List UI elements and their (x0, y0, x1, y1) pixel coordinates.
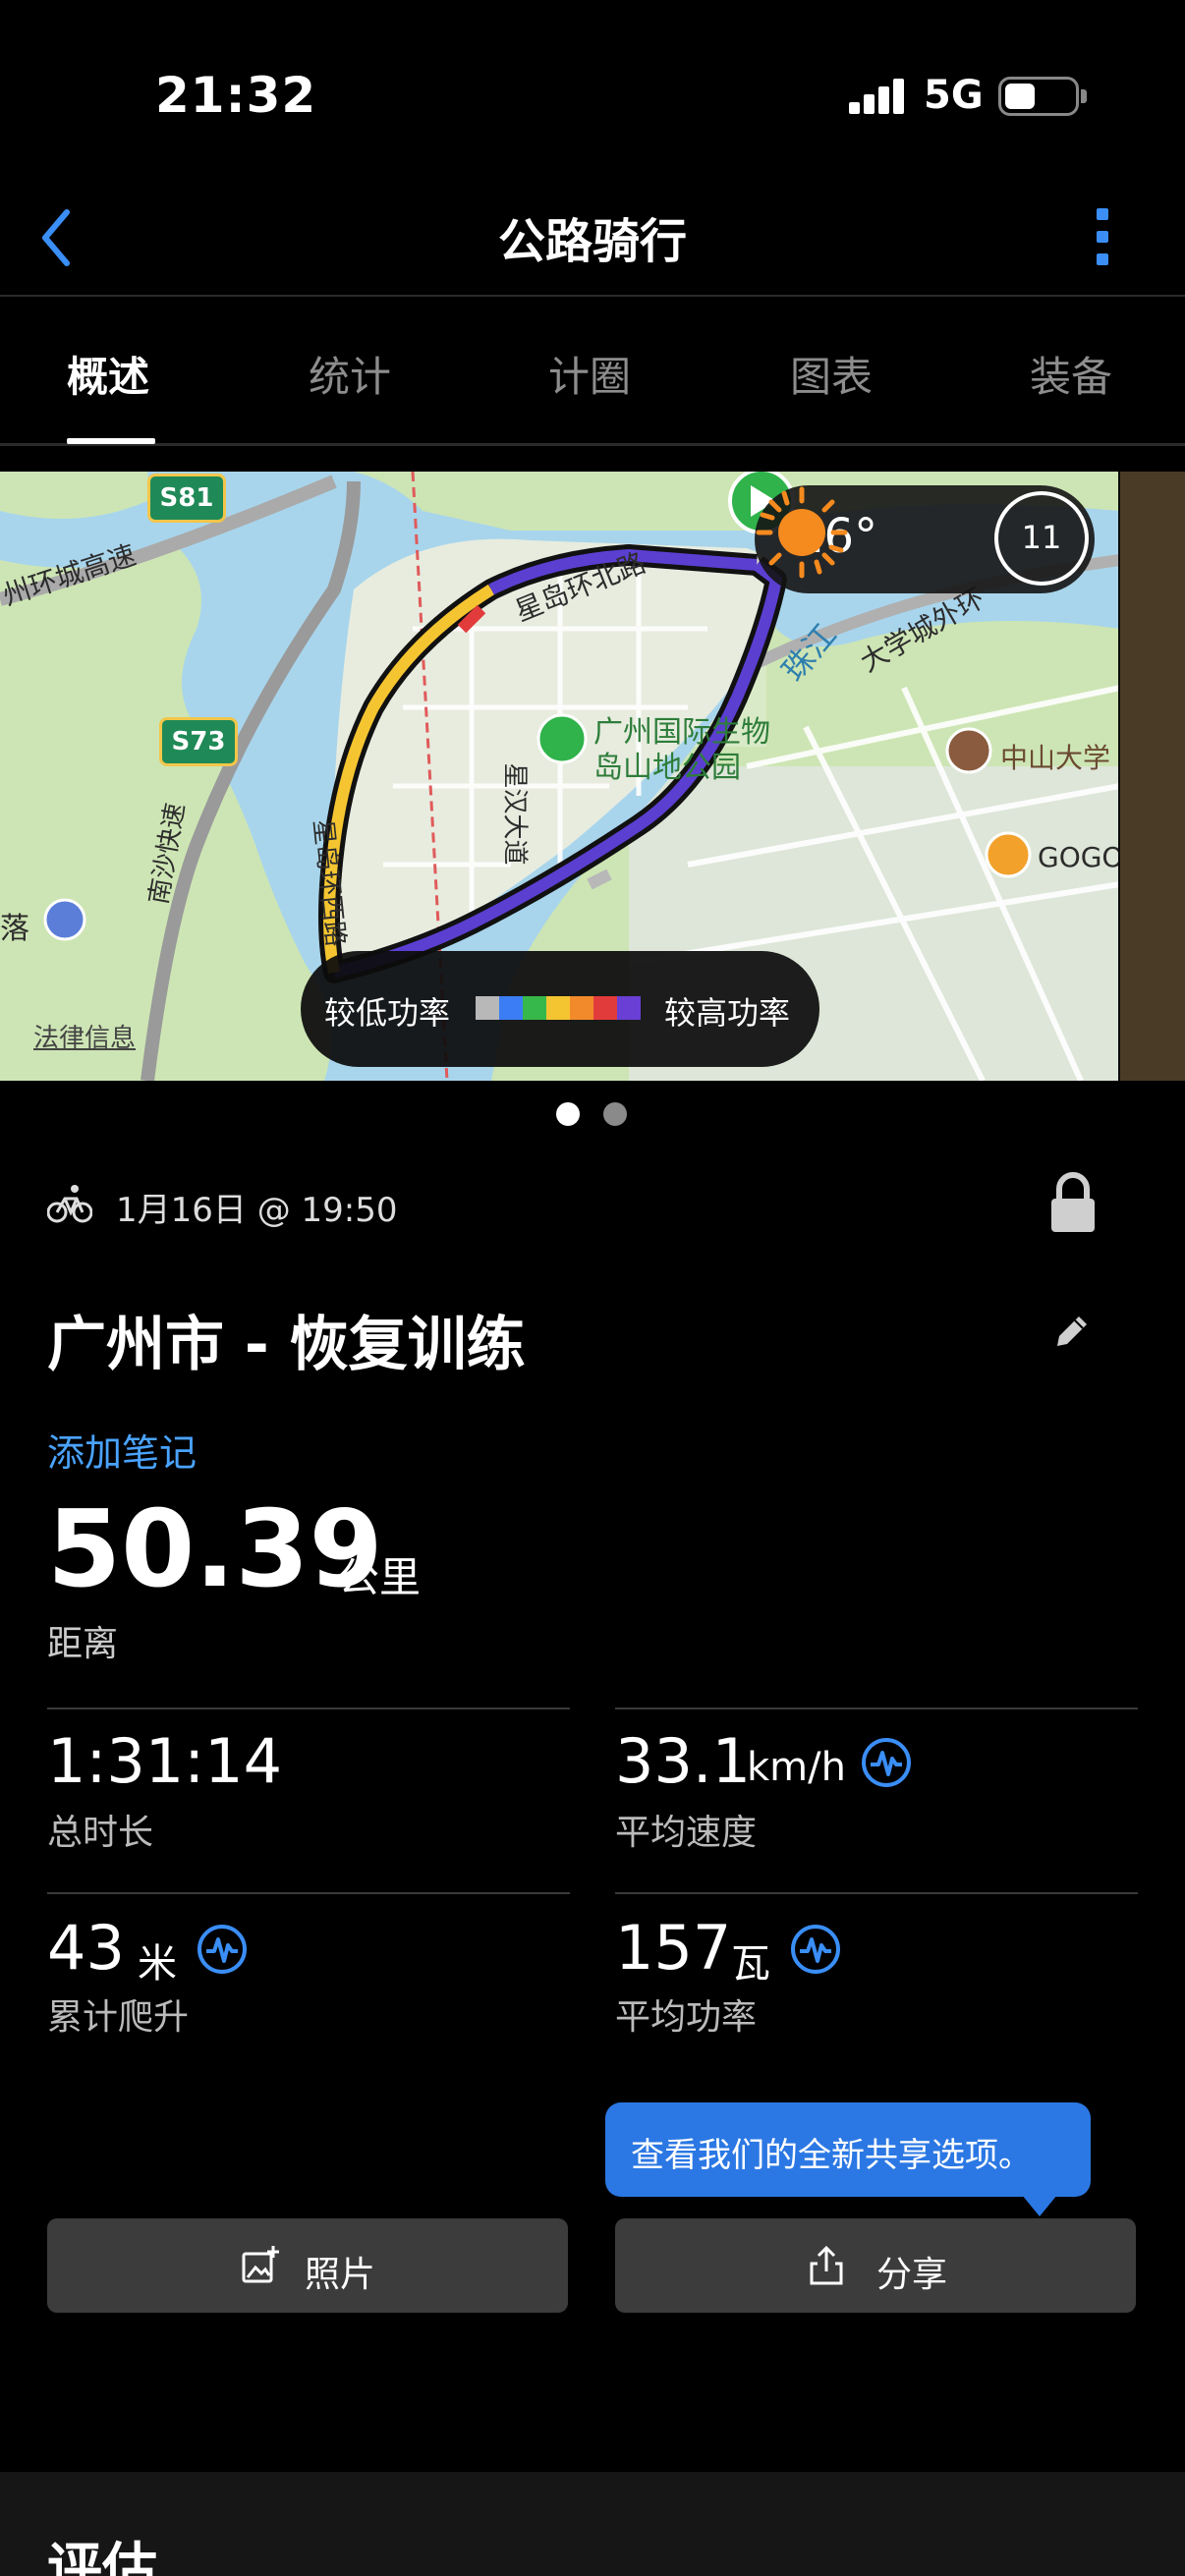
stat-divider (615, 1708, 1138, 1709)
tab-bar: 概述 统计 计圈 图表 装备 (0, 299, 1185, 446)
route-map[interactable]: S81 S73 州环城高速 星岛环北路 珠江 广州国际生物 岛山地公园 大学城外… (0, 472, 1185, 1081)
cellular-signal-icon (849, 79, 906, 114)
tab-laps[interactable]: 计圈 (548, 344, 631, 404)
page-dot-active[interactable] (556, 1102, 580, 1126)
elevation-gain-value: 43 (47, 1912, 125, 1984)
legal-info-link[interactable]: 法律信息 (33, 1018, 136, 1054)
wind-speed: 11 (1021, 519, 1062, 556)
more-options-icon[interactable] (1091, 202, 1116, 271)
tooltip-arrow (1022, 2195, 1057, 2216)
legend-low-label: 较低功率 (324, 994, 451, 1032)
avg-speed-unit: km/h (747, 1745, 846, 1790)
legend-color-swatch (523, 996, 546, 1020)
share-button-label: 分享 (876, 2255, 948, 2295)
map-label-sysu: 中山大学 (1000, 742, 1111, 774)
total-time-label: 总时长 (47, 1813, 154, 1853)
status-bar: 21:32 5G (0, 0, 1185, 187)
tab-overview[interactable]: 概述 (67, 344, 149, 404)
pencil-edit-icon[interactable] (1049, 1309, 1095, 1354)
map-label-left-place: 落 (0, 912, 29, 946)
share-button[interactable]: 分享 (615, 2218, 1136, 2313)
legend-color-bar (476, 996, 641, 1020)
legend-color-swatch (499, 996, 523, 1020)
legend-color-swatch (593, 996, 617, 1020)
weather-badge: 16° 11 (755, 485, 1095, 593)
distance-unit: 公里 (338, 1553, 422, 1601)
elevation-gain-unit: 米 (138, 1941, 177, 1987)
avg-speed-label: 平均速度 (615, 1813, 758, 1853)
evaluation-section: 评估 (0, 2472, 1185, 2576)
sun-icon (756, 486, 848, 579)
stat-divider (615, 1892, 1138, 1894)
share-tooltip[interactable]: 查看我们的全新共享选项。 (605, 2102, 1091, 2197)
stat-divider (47, 1892, 570, 1894)
tab-gear[interactable]: 装备 (1030, 344, 1112, 404)
wind-gauge-icon: 11 (994, 491, 1089, 586)
activity-title: 广州市 - 恢复训练 (47, 1311, 526, 1379)
legend-color-swatch (546, 996, 570, 1020)
tab-charts[interactable]: 图表 (790, 344, 873, 404)
page-dot[interactable] (603, 1102, 627, 1126)
avg-power-unit: 瓦 (731, 1941, 770, 1987)
elevation-gain-label: 累计爬升 (47, 1997, 190, 2038)
legend-high-label: 较高功率 (664, 994, 791, 1032)
tab-active-indicator (67, 438, 155, 444)
power-legend: 较低功率 较高功率 (301, 951, 819, 1067)
stat-divider (47, 1708, 570, 1709)
bicycle-icon (47, 1185, 92, 1223)
page-title: 公路骑行 (497, 214, 687, 269)
sensor-pulse-icon (862, 1738, 911, 1787)
map-label-avenue: 星汉大道 (499, 762, 530, 866)
legend-color-swatch (617, 996, 641, 1020)
s81-shield: S81 (147, 474, 226, 523)
distance-value: 50.39 (47, 1488, 383, 1611)
sensor-pulse-icon (791, 1925, 840, 1974)
sensor-pulse-icon (198, 1925, 247, 1974)
map-label-gogo: GOGO (1038, 841, 1124, 873)
avg-power-label: 平均功率 (615, 1997, 758, 2038)
next-photo-preview[interactable] (1120, 472, 1185, 1081)
distance-label: 距离 (47, 1624, 119, 1664)
photos-button[interactable]: 照片 (47, 2218, 568, 2313)
nav-bar: 公路骑行 (0, 187, 1185, 297)
legend-color-swatch (570, 996, 593, 1020)
battery-tip (1081, 89, 1087, 103)
battery-icon (998, 77, 1079, 116)
map-label-park-2: 岛山地公园 (593, 751, 741, 785)
evaluation-title: 评估 (47, 2538, 157, 2576)
avg-power-value: 157 (615, 1912, 732, 1984)
s73-shield: S73 (159, 717, 238, 766)
network-type: 5G (924, 73, 984, 118)
share-icon (810, 2245, 843, 2285)
activity-date: 1月16日 @ 19:50 (116, 1191, 398, 1230)
photos-button-label: 照片 (305, 2255, 376, 2295)
tab-stats[interactable]: 统计 (309, 344, 391, 404)
lock-icon[interactable] (1047, 1171, 1099, 1234)
total-time-value: 1:31:14 (47, 1725, 283, 1797)
status-time: 21:32 (155, 67, 317, 124)
add-photo-icon (242, 2246, 279, 2283)
share-tooltip-text: 查看我们的全新共享选项。 (631, 2136, 1032, 2175)
add-note-link[interactable]: 添加笔记 (47, 1423, 197, 1477)
legend-color-swatch (476, 996, 499, 1020)
avg-speed-value: 33.1 (615, 1725, 752, 1797)
